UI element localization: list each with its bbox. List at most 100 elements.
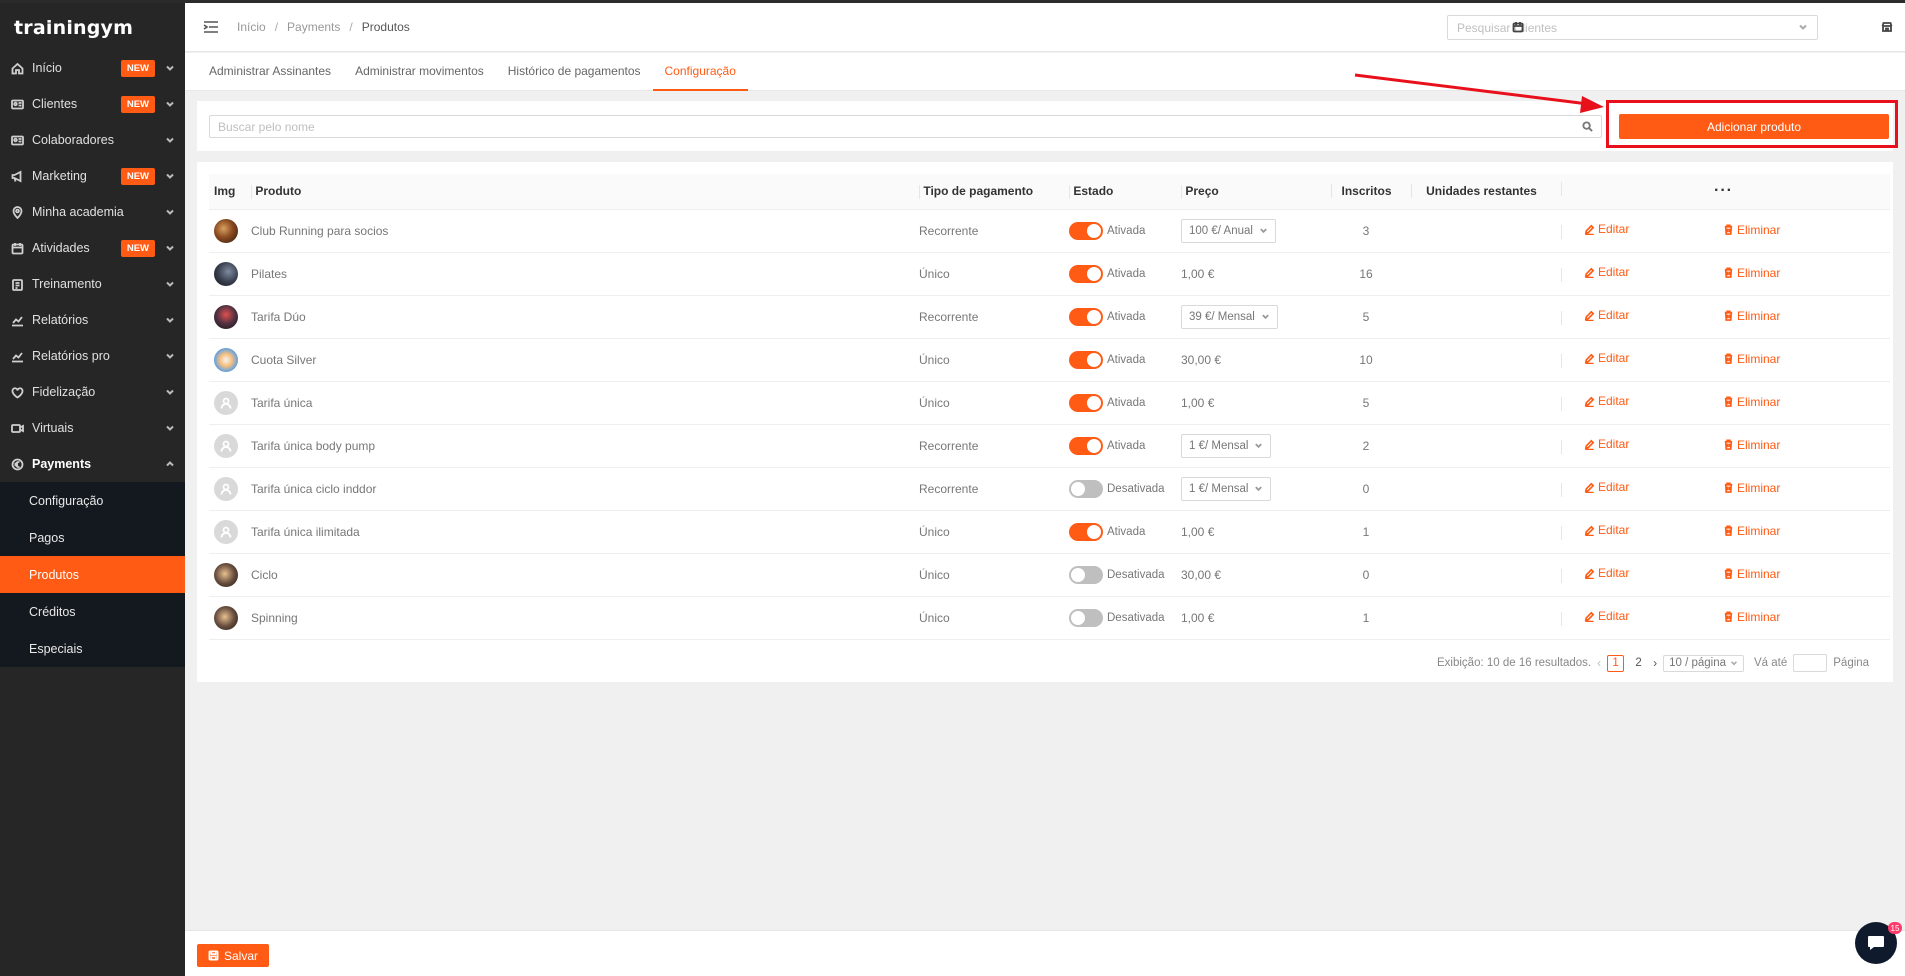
prev-page-icon[interactable]: ‹ bbox=[1597, 656, 1601, 670]
product-image bbox=[214, 261, 238, 286]
state-toggle[interactable] bbox=[1069, 565, 1103, 584]
sidebar-item-colaboradores[interactable]: Colaboradores bbox=[0, 122, 185, 158]
clipboard-icon bbox=[10, 277, 24, 291]
euro-circle-icon bbox=[10, 457, 24, 471]
sidebar-item-marketing[interactable]: Marketing NEW bbox=[0, 158, 185, 194]
edit-button[interactable]: Editar bbox=[1584, 609, 1629, 623]
state-label: Desativada bbox=[1107, 611, 1165, 624]
price-select[interactable]: 39 €/ Mensal bbox=[1181, 304, 1278, 329]
chevron-down-icon bbox=[1255, 443, 1263, 449]
menu-toggle-icon[interactable] bbox=[203, 20, 219, 34]
sidebar-subitem-especiais[interactable]: Especiais bbox=[0, 630, 185, 667]
state-toggle[interactable] bbox=[1069, 608, 1103, 627]
page-2[interactable]: 2 bbox=[1630, 655, 1647, 672]
delete-button[interactable]: Eliminar bbox=[1723, 223, 1780, 237]
toggle-knob bbox=[1087, 438, 1101, 453]
state-toggle[interactable] bbox=[1069, 393, 1103, 412]
state-toggle[interactable] bbox=[1069, 436, 1103, 455]
state-toggle[interactable] bbox=[1069, 479, 1103, 498]
sidebar-subitem-configuracao[interactable]: Configuração bbox=[0, 482, 185, 519]
client-search[interactable] bbox=[1447, 15, 1818, 40]
edit-button[interactable]: Editar bbox=[1584, 351, 1629, 365]
sidebar-item-atividades[interactable]: Atividades NEW bbox=[0, 230, 185, 266]
more-options-icon[interactable]: ··· bbox=[1714, 182, 1733, 199]
delete-cell: Eliminar bbox=[1706, 596, 1890, 640]
state-label: Ativada bbox=[1107, 310, 1146, 323]
edit-button[interactable]: Editar bbox=[1584, 566, 1629, 580]
chevron-up-icon bbox=[165, 459, 175, 469]
store-icon[interactable] bbox=[1881, 21, 1893, 33]
calendar-icon[interactable] bbox=[1512, 21, 1524, 33]
delete-button[interactable]: Eliminar bbox=[1723, 309, 1780, 323]
edit-button[interactable]: Editar bbox=[1584, 308, 1629, 322]
sidebar-item-clientes[interactable]: Clientes NEW bbox=[0, 86, 185, 122]
client-search-input[interactable] bbox=[1457, 20, 1798, 35]
search-icon[interactable] bbox=[1582, 121, 1593, 132]
sidebar-item-início[interactable]: Início NEW bbox=[0, 50, 185, 86]
name-search-input[interactable] bbox=[218, 119, 1582, 134]
delete-button[interactable]: Eliminar bbox=[1723, 524, 1780, 538]
sidebar-subitem-creditos[interactable]: Créditos bbox=[0, 593, 185, 630]
delete-button[interactable]: Eliminar bbox=[1723, 395, 1780, 409]
state-toggle[interactable] bbox=[1069, 264, 1103, 283]
sidebar-item-relatórios-pro[interactable]: Relatórios pro bbox=[0, 338, 185, 374]
delete-cell: Eliminar bbox=[1706, 295, 1890, 339]
tab-2[interactable]: Histórico de pagamentos bbox=[496, 53, 653, 90]
price-cell: 1,00 € bbox=[1176, 510, 1326, 554]
pencil-icon bbox=[1584, 525, 1595, 536]
payment-type: Único bbox=[914, 381, 1064, 425]
edit-button[interactable]: Editar bbox=[1584, 523, 1629, 537]
edit-button[interactable]: Editar bbox=[1584, 222, 1629, 236]
col-header-product-label: Produto bbox=[255, 183, 302, 198]
state-toggle[interactable] bbox=[1069, 307, 1103, 326]
state-label: Ativada bbox=[1107, 224, 1146, 237]
add-product-button[interactable]: Adicionar produto bbox=[1619, 114, 1889, 139]
sidebar-subitem-pagos[interactable]: Pagos bbox=[0, 519, 185, 556]
sidebar-item-relatórios[interactable]: Relatórios bbox=[0, 302, 185, 338]
page-size-select[interactable]: 10 / página bbox=[1663, 654, 1744, 672]
state-toggle[interactable] bbox=[1069, 350, 1103, 369]
delete-button[interactable]: Eliminar bbox=[1723, 610, 1780, 624]
price-select[interactable]: 100 €/ Anual bbox=[1181, 218, 1276, 243]
delete-button[interactable]: Eliminar bbox=[1723, 567, 1780, 581]
save-button[interactable]: Salvar bbox=[197, 944, 270, 967]
column-divider bbox=[1561, 396, 1562, 411]
state-toggle[interactable] bbox=[1069, 522, 1103, 541]
enrolled-count: 0 bbox=[1326, 553, 1406, 597]
brand-logo[interactable]: trainingym bbox=[0, 3, 185, 50]
price-select[interactable]: 1 €/ Mensal bbox=[1181, 476, 1272, 501]
chevron-down-icon bbox=[165, 243, 175, 253]
table-body: Club Running para socios Recorrente Ativad… bbox=[209, 209, 1890, 640]
price-select[interactable]: 1 €/ Mensal bbox=[1181, 433, 1272, 458]
sidebar-item-payments[interactable]: Payments bbox=[0, 446, 185, 482]
tab-3[interactable]: Configuração bbox=[652, 53, 749, 91]
edit-button[interactable]: Editar bbox=[1584, 394, 1629, 408]
table-row: Cuota Silver Único Ativada 30,00 € 10 Editar E… bbox=[209, 338, 1890, 382]
next-page-icon[interactable]: › bbox=[1653, 656, 1657, 670]
tab-0[interactable]: Administrar Assinantes bbox=[197, 53, 343, 90]
sidebar-item-fidelização[interactable]: Fidelização bbox=[0, 374, 185, 410]
breadcrumb-home[interactable]: Início bbox=[237, 20, 266, 34]
remaining-units bbox=[1406, 338, 1556, 382]
goto-page-input[interactable] bbox=[1793, 654, 1828, 672]
sidebar-subitem-produtos[interactable]: Produtos bbox=[0, 556, 185, 593]
sidebar-item-virtuais[interactable]: Virtuais bbox=[0, 410, 185, 446]
edit-button[interactable]: Editar bbox=[1584, 480, 1629, 494]
tab-1[interactable]: Administrar movimentos bbox=[343, 53, 496, 90]
toggle-knob bbox=[1087, 223, 1101, 238]
sidebar-item-treinamento[interactable]: Treinamento bbox=[0, 266, 185, 302]
img-cell bbox=[209, 596, 246, 640]
delete-label: Eliminar bbox=[1737, 566, 1781, 581]
breadcrumb-payments[interactable]: Payments bbox=[287, 20, 340, 34]
name-search[interactable] bbox=[209, 115, 1602, 138]
edit-button[interactable]: Editar bbox=[1584, 265, 1629, 279]
delete-button[interactable]: Eliminar bbox=[1723, 352, 1780, 366]
delete-button[interactable]: Eliminar bbox=[1723, 266, 1780, 280]
page-1[interactable]: 1 bbox=[1607, 654, 1625, 672]
sidebar-item-minha-academia[interactable]: Minha academia bbox=[0, 194, 185, 230]
delete-button[interactable]: Eliminar bbox=[1723, 481, 1780, 495]
state-toggle[interactable] bbox=[1069, 221, 1103, 240]
edit-button[interactable]: Editar bbox=[1584, 437, 1629, 451]
delete-button[interactable]: Eliminar bbox=[1723, 438, 1780, 452]
sidebar-item-label: Treinamento bbox=[32, 277, 102, 291]
